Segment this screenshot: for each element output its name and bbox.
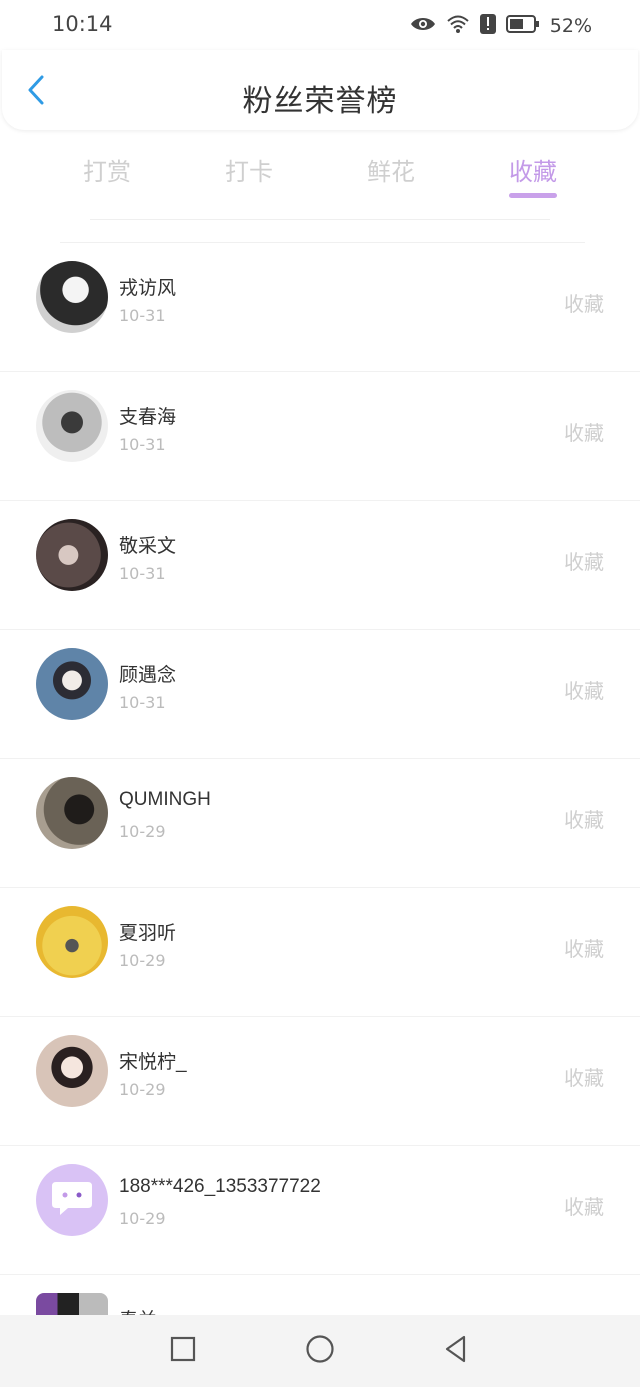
page-title: 粉丝荣誉榜 <box>242 84 398 119</box>
avatar <box>36 261 108 333</box>
home-button[interactable] <box>300 1331 340 1371</box>
user-name: 支春海 <box>119 407 177 428</box>
user-name: 戎访风 <box>119 278 177 299</box>
wifi-icon <box>446 14 470 38</box>
action-label: 收藏 <box>564 550 604 574</box>
list-item[interactable]: 敬采文 10-31 收藏 <box>0 501 640 630</box>
avatar <box>36 390 108 462</box>
status-bar: 10:14 52% <box>0 0 640 52</box>
battery-icon <box>505 15 540 37</box>
date: 10-31 <box>119 435 166 454</box>
date: 10-29 <box>119 822 166 841</box>
avatar <box>36 777 108 849</box>
list-item[interactable]: 戎访风 10-31 收藏 <box>0 243 640 372</box>
user-name: 188***426_1353377722 <box>119 1176 321 1197</box>
avatar <box>36 1293 108 1315</box>
user-name: QUMINGH <box>119 789 211 810</box>
list-item[interactable]: 支春海 10-31 收藏 <box>0 372 640 501</box>
back-nav-button[interactable] <box>436 1331 476 1371</box>
header: 粉丝荣誉榜 <box>2 50 638 130</box>
list-item[interactable]: 顾遇念 10-31 收藏 <box>0 630 640 759</box>
list-item[interactable]: 188***426_1353377722 10-29 收藏 <box>0 1146 640 1275</box>
alert-icon <box>479 14 496 38</box>
eye-icon <box>410 15 436 37</box>
tab-bar: 打赏 打卡 鲜花 收藏 <box>0 140 640 210</box>
avatar <box>36 519 108 591</box>
date: 10-31 <box>119 564 166 583</box>
action-label: 收藏 <box>564 1195 604 1219</box>
list-item[interactable]: 宋悦柠_ 10-29 收藏 <box>0 1017 640 1146</box>
battery-percentage: 52% <box>549 15 592 37</box>
status-icons: 52% <box>410 12 592 40</box>
action-label: 收藏 <box>564 292 604 316</box>
user-name: 顾遇念 <box>119 665 177 686</box>
action-label: 收藏 <box>564 679 604 703</box>
date: 10-29 <box>119 951 166 970</box>
chat-bubble-icon <box>50 1178 94 1222</box>
system-navbar <box>0 1315 640 1387</box>
list-item[interactable]: 夏羽听 10-29 收藏 <box>0 888 640 1017</box>
avatar <box>36 1164 108 1236</box>
circle-icon <box>305 1334 335 1368</box>
list-item[interactable]: QUMINGH 10-29 收藏 <box>0 759 640 888</box>
user-name: 奉兰 <box>119 1305 157 1315</box>
fan-list: 戎访风 10-31 收藏 支春海 10-31 收藏 敬采文 10-31 收藏 顾… <box>0 243 640 1315</box>
date: 10-31 <box>119 306 166 325</box>
divider <box>90 219 550 220</box>
triangle-back-icon <box>442 1334 470 1368</box>
action-label: 收藏 <box>564 937 604 961</box>
avatar <box>36 1035 108 1107</box>
user-name: 敬采文 <box>119 536 177 557</box>
avatar <box>36 648 108 720</box>
tab-favorite[interactable]: 收藏 <box>509 152 557 187</box>
action-label: 收藏 <box>564 1066 604 1090</box>
tab-reward[interactable]: 打赏 <box>83 152 131 187</box>
date: 10-29 <box>119 1209 166 1228</box>
status-time: 10:14 <box>52 12 113 36</box>
date: 10-31 <box>119 693 166 712</box>
recent-apps-button[interactable] <box>163 1331 203 1371</box>
square-icon <box>169 1335 197 1367</box>
tab-indicator <box>509 193 557 198</box>
tab-checkin[interactable]: 打卡 <box>225 152 273 187</box>
user-name: 宋悦柠_ <box>119 1052 187 1073</box>
list-item[interactable]: 奉兰 收藏 <box>0 1275 640 1315</box>
tab-flower[interactable]: 鲜花 <box>367 152 415 187</box>
date: 10-29 <box>119 1080 166 1099</box>
action-label: 收藏 <box>564 421 604 445</box>
avatar <box>36 906 108 978</box>
user-name: 夏羽听 <box>119 923 177 944</box>
action-label: 收藏 <box>564 808 604 832</box>
